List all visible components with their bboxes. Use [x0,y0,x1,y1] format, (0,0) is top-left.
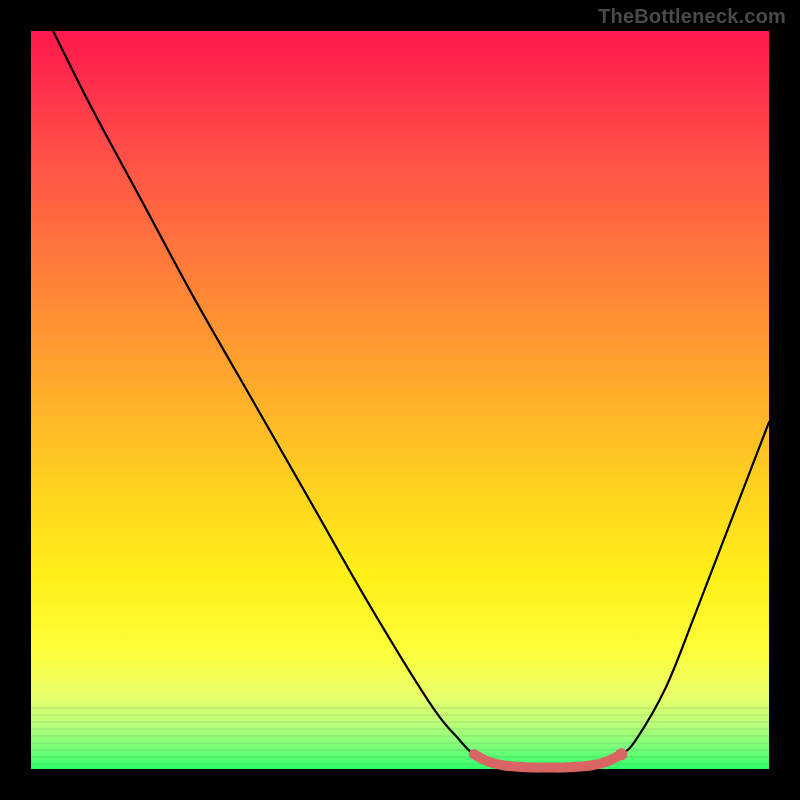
bottleneck-curve [53,31,769,768]
optimal-range-end-marker [615,748,627,760]
bottleneck-curve-svg [31,31,769,769]
optimal-range-highlight [474,754,622,767]
attribution-watermark: TheBottleneck.com [598,6,786,29]
